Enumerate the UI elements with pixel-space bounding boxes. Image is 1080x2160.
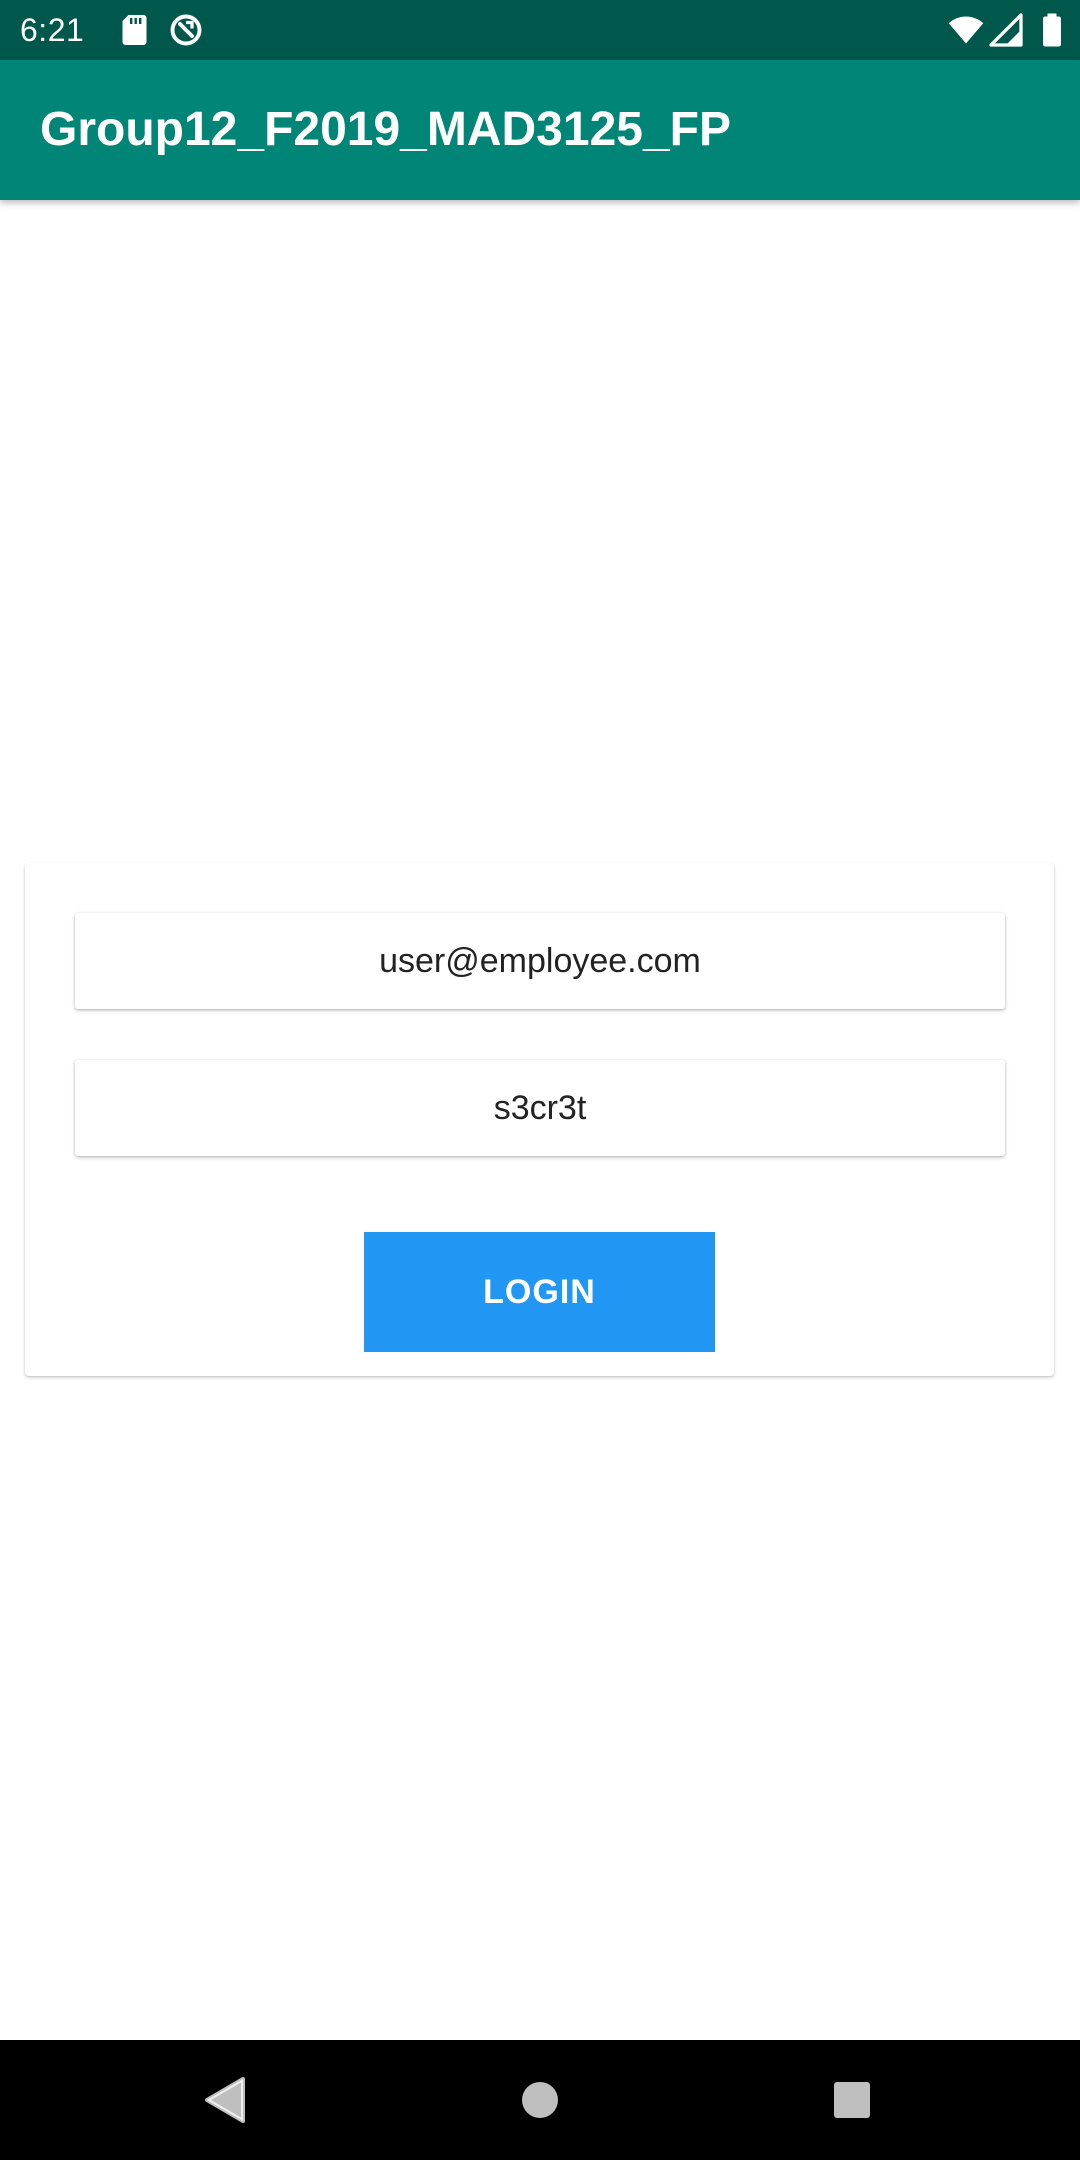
back-icon[interactable] xyxy=(195,2070,255,2130)
home-icon[interactable] xyxy=(510,2070,570,2130)
login-button[interactable]: LOGIN xyxy=(364,1232,715,1352)
sd-card-icon xyxy=(118,12,154,48)
data-saver-icon xyxy=(168,12,204,48)
email-input[interactable] xyxy=(75,913,1005,1009)
status-time: 6:21 xyxy=(20,12,85,48)
password-field[interactable] xyxy=(75,1060,1005,1156)
wifi-icon xyxy=(948,12,984,48)
recents-icon[interactable] xyxy=(822,2070,882,2130)
email-field[interactable] xyxy=(75,913,1005,1009)
battery-icon xyxy=(1034,12,1070,48)
navigation-bar xyxy=(0,2040,1080,2160)
app-bar: Group12_F2019_MAD3125_FP xyxy=(0,60,1080,200)
signal-icon xyxy=(988,12,1024,48)
password-input[interactable] xyxy=(75,1060,1005,1156)
status-bar: 6:21 xyxy=(0,0,1080,60)
login-screen: 6:21 Group12_F2019_MAD3125_FP user@emplo… xyxy=(0,0,1080,2160)
app-title: Group12_F2019_MAD3125_FP xyxy=(40,103,731,156)
login-card: LOGIN xyxy=(25,863,1054,1376)
